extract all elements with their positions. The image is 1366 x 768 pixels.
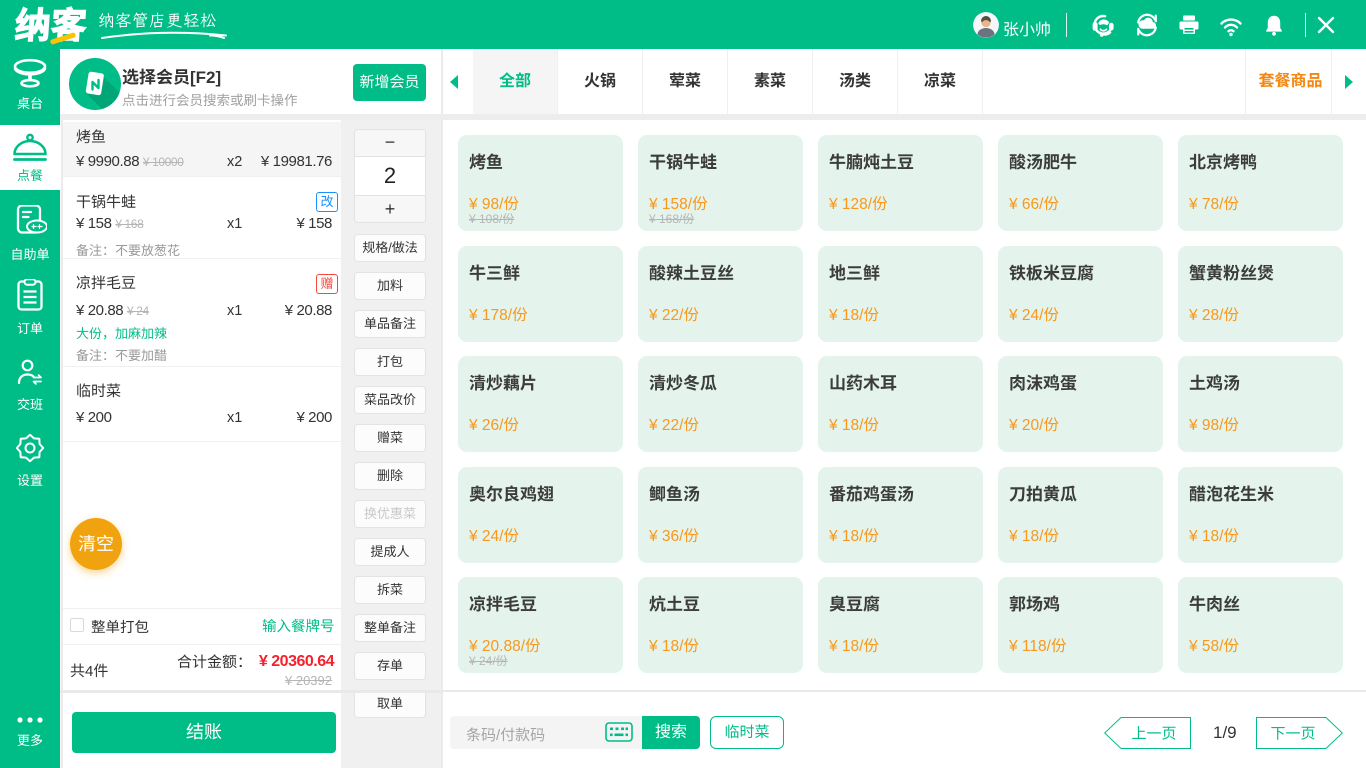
svg-text:下一页: 下一页 — [1270, 726, 1315, 743]
svg-text:上一页: 上一页 — [1131, 726, 1176, 743]
